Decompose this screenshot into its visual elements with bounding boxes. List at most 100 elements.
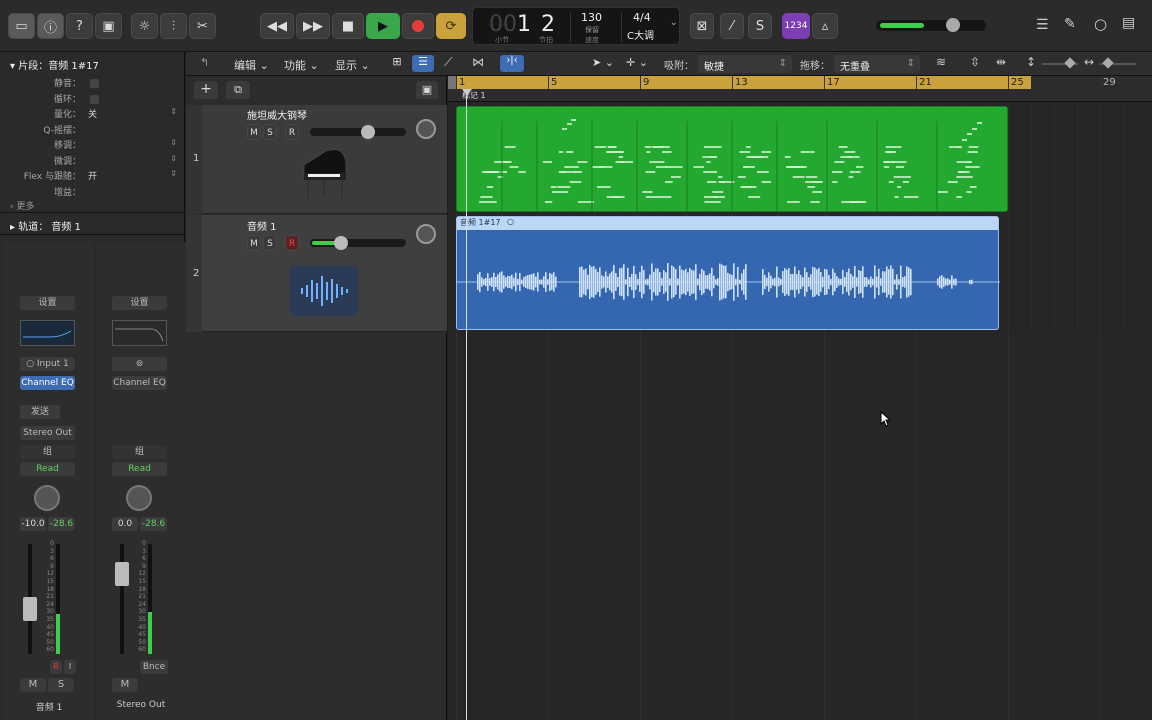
track-pan-knob[interactable]: [416, 119, 436, 139]
strip1-eq-thumbnail[interactable]: [20, 320, 75, 346]
vertical-zoom-slider[interactable]: [1042, 57, 1078, 69]
stepper-icon[interactable]: ⇕: [170, 154, 177, 163]
playhead-handle-icon[interactable]: [462, 89, 472, 96]
strip1-input-monitor-button[interactable]: I: [64, 660, 76, 674]
strip1-solo-button[interactable]: S: [48, 678, 74, 692]
view-menu[interactable]: 显示 ⌄: [335, 57, 370, 73]
catch-icon[interactable]: ›|‹: [500, 55, 524, 72]
notepad-icon[interactable]: ✎: [1064, 16, 1076, 32]
cycle-button[interactable]: ⟳: [436, 13, 466, 39]
strip1-record-button[interactable]: R: [50, 660, 62, 674]
master-volume-knob[interactable]: [946, 18, 960, 32]
strip2-fader-cap[interactable]: [115, 562, 129, 586]
track-header-1[interactable]: 1 施坦威大钢琴 M S R: [186, 105, 447, 214]
strip1-setting-button[interactable]: 设置: [20, 296, 75, 310]
stop-button[interactable]: ■: [332, 13, 364, 39]
bar-ruler[interactable]: 1 5 9 13 17 21 25 29 标记 1: [448, 76, 1152, 102]
inspector-row[interactable]: 微调： ⇕: [0, 154, 185, 169]
track-header-2[interactable]: 2 音频 1 M S R: [186, 215, 447, 332]
track-name[interactable]: 音频 1: [247, 218, 277, 233]
strip1-mute-button[interactable]: M: [20, 678, 46, 692]
track-volume-slider[interactable]: [310, 236, 406, 250]
back-arrow-icon[interactable]: ↰: [200, 56, 209, 69]
stepper-icon[interactable]: ⇕: [170, 107, 177, 116]
metronome-icon[interactable]: ▵: [812, 13, 838, 39]
browser-icon[interactable]: ▤: [1122, 15, 1135, 31]
lcd-menu-chevron-icon[interactable]: ⌄: [670, 18, 678, 28]
inspector-row[interactable]: 增益：: [0, 185, 185, 200]
track-record-button[interactable]: R: [285, 235, 299, 251]
strip2-channel-eq-slot[interactable]: Channel EQ: [112, 376, 167, 390]
track-name[interactable]: 施坦威大钢琴: [247, 107, 307, 122]
playhead[interactable]: [466, 89, 467, 720]
global-tracks-button[interactable]: ▣: [416, 81, 438, 99]
grid-view-icon[interactable]: ⊞: [386, 55, 408, 72]
arrangement-area[interactable]: 1 5 9 13 17 21 25 29 标记 1 音频 1#17 ○: [448, 76, 1152, 720]
strip2-mute-button[interactable]: M: [112, 678, 138, 692]
strip1-output-button[interactable]: Stereo Out: [20, 426, 75, 440]
strip1-send-button[interactable]: 发送: [20, 405, 60, 419]
strip2-setting-button[interactable]: 设置: [112, 296, 167, 310]
loop-browser-icon[interactable]: ○: [1094, 15, 1107, 33]
track-volume-slider[interactable]: [310, 125, 406, 139]
track-inspector-header[interactable]: ▸ 轨道： 音频 1: [10, 218, 81, 233]
edit-menu[interactable]: 编辑 ⌄: [234, 57, 269, 73]
list-editors-icon[interactable]: ☰: [1036, 17, 1049, 33]
track-pan-knob[interactable]: [416, 224, 436, 244]
marquee-tool-icon[interactable]: ✛ ⌄: [626, 56, 648, 69]
editors-icon[interactable]: ✂: [189, 13, 216, 39]
rewind-button[interactable]: ◀◀: [260, 13, 294, 39]
play-button[interactable]: ▶: [366, 13, 400, 39]
checkbox[interactable]: [90, 94, 99, 104]
strip1-volume-value[interactable]: -10.0: [20, 517, 46, 531]
quick-help-icon[interactable]: ?: [66, 13, 93, 39]
audio-region[interactable]: 音频 1#17 ○: [456, 216, 1000, 330]
vertical-zoom-icon[interactable]: ↕: [1026, 55, 1036, 69]
inspector-row[interactable]: 静音：: [0, 76, 185, 91]
inspector-row-value[interactable]: 关: [88, 107, 97, 120]
flex-icon[interactable]: ⋈: [472, 55, 484, 69]
master-volume-slider[interactable]: [876, 18, 986, 32]
track-mute-button[interactable]: M: [247, 124, 261, 140]
track-solo-button[interactable]: S: [263, 235, 277, 251]
strip2-automation-button[interactable]: Read: [112, 462, 167, 476]
track-mute-button[interactable]: M: [247, 235, 261, 251]
stepper-icon[interactable]: ⇕: [170, 169, 177, 178]
functions-menu[interactable]: 功能 ⌄: [284, 57, 319, 73]
automation-icon[interactable]: ⟋: [444, 55, 452, 70]
waveform-zoom-icon[interactable]: ≋: [936, 55, 946, 69]
stepper-icon[interactable]: ⇕: [170, 138, 177, 147]
toolbar-icon[interactable]: ▣: [95, 13, 122, 39]
strip1-channel-eq-slot[interactable]: Channel EQ: [20, 376, 75, 390]
list-view-icon[interactable]: ☰: [412, 55, 434, 72]
strip2-eq-thumbnail[interactable]: [112, 320, 167, 346]
inspector-row[interactable]: 移调： ⇕: [0, 138, 185, 153]
lcd-display[interactable]: 00 1 2 小节 节拍 130 保留 速度 4/4 C大调: [472, 7, 680, 45]
strip2-bounce-button[interactable]: Bnce: [140, 660, 168, 674]
strip1-fader-cap[interactable]: [23, 597, 37, 621]
drag-select[interactable]: 无重叠 ⇕: [834, 55, 920, 73]
track-solo-button[interactable]: S: [263, 124, 277, 140]
track-record-button[interactable]: R: [285, 124, 299, 140]
strip2-volume-value[interactable]: 0.0: [112, 517, 138, 531]
tuner-icon[interactable]: ⁄: [720, 13, 744, 39]
inspector-icon[interactable]: ⓘ: [37, 13, 64, 39]
record-button[interactable]: [402, 13, 434, 39]
mixer-icon[interactable]: ⫶: [160, 13, 187, 39]
midi-region[interactable]: [456, 106, 1008, 212]
inspector-row-value[interactable]: 开: [88, 169, 97, 182]
checkbox[interactable]: [90, 79, 99, 88]
duplicate-track-button[interactable]: ⧉: [226, 81, 250, 99]
region-inspector-header[interactable]: ▾ 片段：音频 1#17: [10, 57, 99, 72]
pointer-tool-icon[interactable]: ➤ ⌄: [592, 56, 614, 69]
horizontal-zoom-icon[interactable]: ↔: [1084, 55, 1094, 69]
track-volume-knob[interactable]: [360, 125, 375, 139]
horizontal-fit-icon[interactable]: ⇹: [996, 55, 1006, 69]
smart-controls-icon[interactable]: ☼: [131, 13, 158, 39]
vertical-fit-icon[interactable]: ⇳: [970, 55, 980, 69]
strip1-group-button[interactable]: 组: [20, 445, 75, 459]
fast-forward-button[interactable]: ▶▶: [296, 13, 330, 39]
more-toggle[interactable]: › 更多: [10, 199, 34, 212]
vertical-zoom-handle[interactable]: [1064, 57, 1076, 69]
replace-mode-icon[interactable]: ⊠: [690, 13, 714, 39]
